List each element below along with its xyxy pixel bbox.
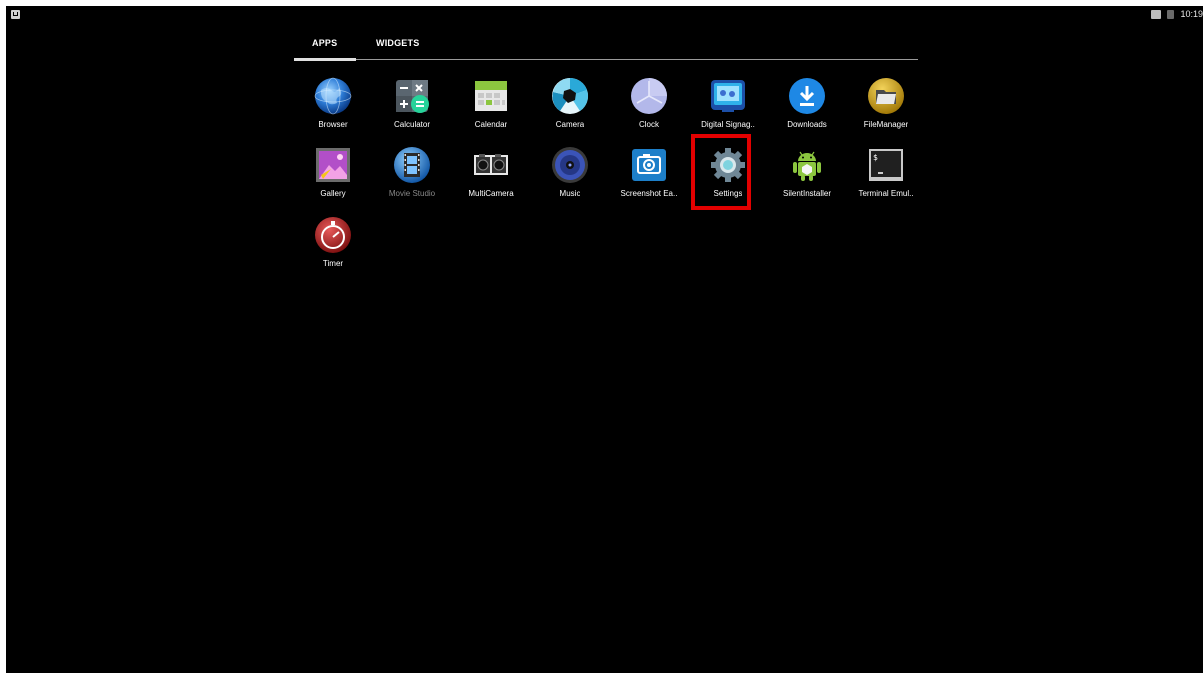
battery-icon — [1167, 9, 1175, 19]
app-gallery[interactable]: Gallery — [295, 145, 371, 211]
terminal-icon: $ — [869, 149, 903, 181]
app-filemanager[interactable]: FileManager — [848, 76, 924, 142]
app-clock[interactable]: Clock — [611, 76, 687, 142]
app-label: Settings — [713, 189, 743, 198]
clock-icon — [631, 78, 667, 114]
gear-icon — [711, 148, 745, 182]
app-downloads[interactable]: Downloads — [769, 76, 845, 142]
app-label: Calculator — [393, 120, 430, 129]
app-camera[interactable]: Camera — [532, 76, 608, 142]
app-silentinstaller[interactable]: SilentInstaller — [769, 145, 845, 211]
gallery-icon — [316, 148, 350, 182]
app-digital-signage[interactable]: Digital Signag.. — [690, 76, 766, 142]
app-label: Screenshot Ea.. — [620, 189, 678, 198]
status-bar: 10:19 — [1151, 7, 1203, 21]
tab-divider — [356, 59, 918, 60]
app-multicamera[interactable]: MultiCamera — [453, 145, 529, 211]
app-label: MultiCamera — [468, 189, 514, 198]
app-label: Timer — [322, 259, 344, 268]
tab-widgets[interactable]: WIDGETS — [376, 38, 419, 48]
status-time: 10:19 — [1180, 9, 1203, 19]
app-calculator[interactable]: Calculator — [374, 76, 450, 142]
app-label: Movie Studio — [388, 189, 436, 198]
app-label: Downloads — [787, 120, 827, 129]
selected-tab-indicator — [294, 58, 356, 61]
app-label: Digital Signag.. — [701, 120, 755, 129]
speaker-icon — [552, 147, 588, 183]
tab-apps[interactable]: APPS — [312, 38, 337, 48]
app-music[interactable]: Music — [532, 145, 608, 211]
cast-icon — [1151, 9, 1162, 19]
app-movie-studio[interactable]: Movie Studio — [374, 145, 450, 211]
svg-text:$: $ — [873, 153, 878, 162]
app-drawer-screen: 10:19 APPS WIDGETS Browser Calculator Ca… — [6, 6, 1203, 673]
stopwatch-icon — [315, 217, 351, 253]
camera-aperture-icon — [552, 77, 589, 114]
app-label: SilentInstaller — [782, 189, 832, 198]
app-label: Camera — [555, 120, 585, 129]
app-calendar[interactable]: Calendar — [453, 76, 529, 142]
app-label: Terminal Emul.. — [858, 189, 914, 198]
app-browser[interactable]: Browser — [295, 76, 371, 142]
digital-signage-icon — [711, 80, 745, 112]
app-screenshot-easy[interactable]: Screenshot Ea.. — [611, 145, 687, 211]
app-label: Music — [559, 189, 581, 198]
tab-bar: APPS WIDGETS — [294, 34, 918, 64]
app-label: Calendar — [474, 120, 508, 129]
android-icon — [793, 151, 821, 181]
film-icon — [394, 147, 430, 183]
app-terminal-emulator[interactable]: $ Terminal Emul.. — [848, 145, 924, 211]
app-label: Clock — [638, 120, 659, 129]
calendar-icon — [475, 81, 507, 111]
app-settings[interactable]: Settings — [690, 145, 766, 211]
app-label: FileManager — [863, 120, 909, 129]
app-label: Gallery — [320, 189, 346, 198]
notification-icon[interactable] — [11, 10, 20, 19]
download-icon — [789, 78, 825, 114]
app-timer[interactable]: Timer — [295, 215, 371, 281]
screenshot-camera-icon — [632, 149, 666, 181]
app-label: Browser — [318, 120, 348, 129]
globe-icon — [314, 77, 352, 115]
multicamera-icon — [474, 154, 508, 175]
calculator-icon — [396, 80, 429, 113]
folder-icon — [868, 78, 904, 114]
